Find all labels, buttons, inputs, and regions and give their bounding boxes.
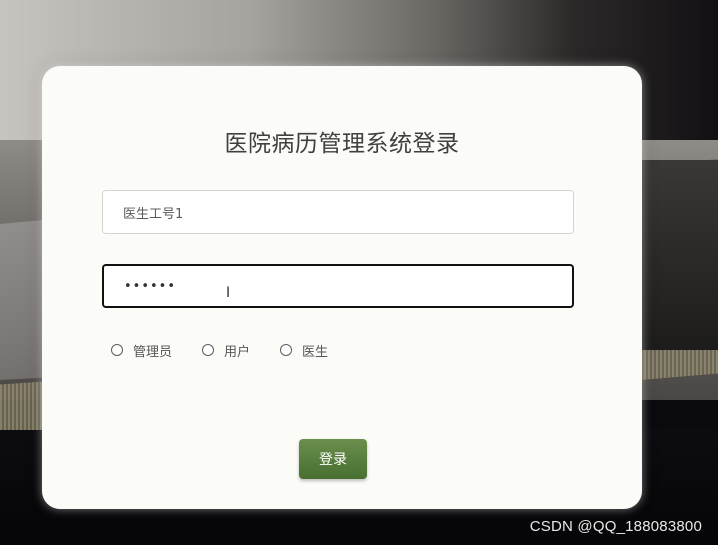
login-button[interactable]: 登录	[299, 439, 367, 479]
text-cursor-icon: I	[226, 285, 231, 301]
radio-icon[interactable]	[280, 344, 293, 356]
role-option-admin[interactable]: 管理员	[111, 341, 172, 360]
username-input[interactable]	[102, 190, 574, 234]
login-screen: 医院病历管理系统登录 I 管理员 用户 医生 登录 CSDN @QQ_18808…	[0, 0, 718, 545]
radio-icon[interactable]	[202, 344, 215, 356]
role-option-user[interactable]: 用户	[202, 341, 250, 360]
role-label-admin: 管理员	[133, 344, 173, 360]
role-option-doctor[interactable]: 医生	[280, 341, 328, 360]
login-card: 医院病历管理系统登录 I 管理员 用户 医生 登录	[42, 66, 642, 509]
password-input[interactable]	[102, 264, 574, 308]
role-label-doctor: 医生	[302, 344, 329, 360]
watermark-text: CSDN @QQ_188083800	[529, 518, 702, 535]
role-label-user: 用户	[224, 344, 251, 360]
radio-icon[interactable]	[111, 344, 123, 356]
page-title: 医院病历管理系统登录	[224, 131, 460, 157]
role-selector: 管理员 用户 医生	[111, 341, 346, 360]
